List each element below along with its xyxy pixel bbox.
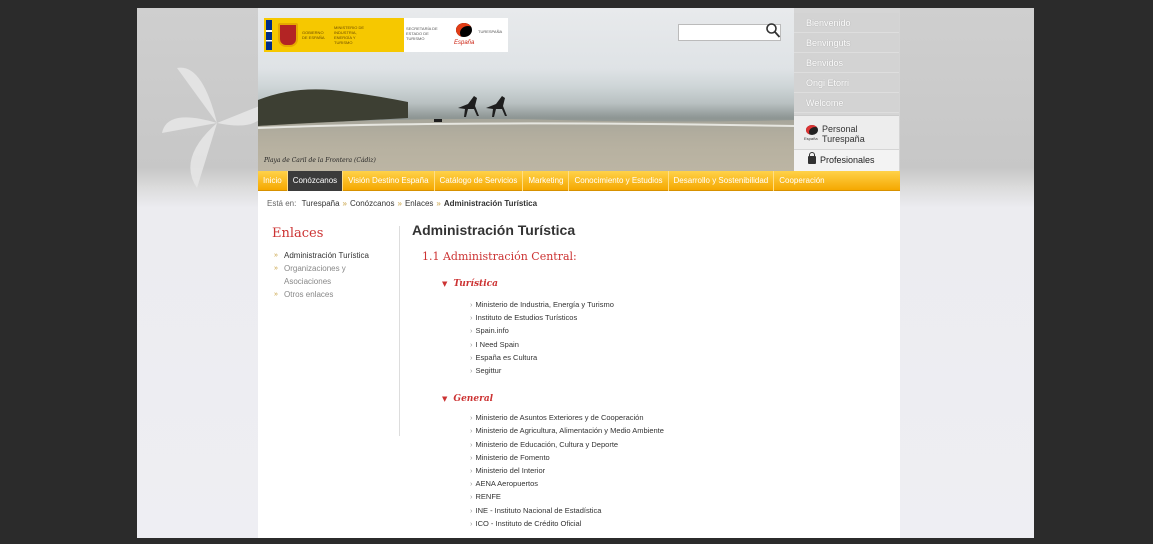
list-item[interactable]: Ministerio de Educación, Cultura y Depor… [470, 438, 882, 451]
link-list-general: Ministerio de Asuntos Exteriores y de Co… [470, 411, 882, 530]
list-item[interactable]: Ministerio de Agricultura, Alimentación … [470, 424, 882, 437]
profesionales-link[interactable]: Profesionales [794, 150, 899, 171]
pt-logo-signature: España [804, 136, 818, 141]
language-link-es[interactable]: Bienvenido [794, 13, 899, 33]
group-title-turistica[interactable]: ▼ Turística [442, 279, 882, 289]
list-item[interactable]: España es Cultura [470, 351, 882, 364]
breadcrumb-link-conozcanos[interactable]: Conózcanos [350, 199, 394, 208]
list-item[interactable]: Spain.info [470, 324, 882, 337]
list-item[interactable]: INE - Instituto Nacional de Estadística [470, 504, 882, 517]
list-item[interactable]: Ministerio de Fomento [470, 451, 882, 464]
coat-of-arms-icon [278, 23, 298, 47]
group-title-label: Turística [453, 279, 498, 289]
nav-item-vision-destino[interactable]: Visión Destino España [343, 170, 435, 191]
search-icon[interactable] [765, 22, 781, 40]
language-link-ca[interactable]: Benvinguts [794, 33, 899, 53]
breadcrumb-prefix: Está en: [267, 199, 297, 208]
breadcrumb-separator: » [436, 199, 441, 208]
profesionales-label: Profesionales [820, 155, 875, 165]
breadcrumb: Está en: Turespaña» Conózcanos» Enlaces» Ad… [267, 199, 537, 208]
list-item[interactable]: Instituto de Estudios Turísticos [470, 311, 882, 324]
main-nav: Inicio Conózcanos Visión Destino España … [258, 170, 900, 191]
language-menu: Bienvenido Benvinguts Benvidos Ongi Etor… [794, 13, 899, 113]
list-item[interactable]: RENFE [470, 490, 882, 503]
personal-turespana-label: Personal Turespaña [822, 124, 865, 144]
pt-line2: Turespaña [822, 134, 865, 144]
triangle-down-icon: ▼ [442, 394, 448, 404]
list-item[interactable]: ICO - Instituto de Crédito Oficial [470, 517, 882, 530]
list-item[interactable]: Ministerio de Asuntos Exteriores y de Co… [470, 411, 882, 424]
sidebar-item-administracion-turistica[interactable]: Administración Turística [272, 249, 399, 262]
gov-logo-text: GOBIERNO DE ESPAÑA [302, 30, 325, 40]
breadcrumb-link-enlaces[interactable]: Enlaces [405, 199, 433, 208]
language-link-en[interactable]: Welcome [794, 93, 899, 113]
photo-caption: Playa de Caril de la Frontera (Cádiz) [264, 157, 376, 164]
nav-item-desarrollo[interactable]: Desarrollo y Sostenibilidad [669, 170, 775, 191]
sidebar-item-otros-enlaces[interactable]: Otros enlaces [272, 288, 399, 301]
language-link-eu[interactable]: Ongi Etorri [794, 73, 899, 93]
nav-item-conocimiento[interactable]: Conocimiento y Estudios [569, 170, 669, 191]
government-logo[interactable]: GOBIERNO DE ESPAÑA MINISTERIO DE INDUSTR… [264, 18, 508, 52]
breadcrumb-current: Administración Turística [443, 199, 538, 208]
eu-flag-icon [266, 20, 272, 50]
nav-item-conozcanos[interactable]: Conózcanos [287, 170, 344, 191]
main-content: Administración Turística 1.1 Administrac… [412, 222, 882, 530]
triangle-down-icon: ▼ [442, 279, 448, 288]
breadcrumb-link-turespana[interactable]: Turespaña [302, 199, 340, 208]
language-link-gl[interactable]: Benvidos [794, 53, 899, 73]
nav-item-inicio[interactable]: Inicio [258, 170, 288, 191]
site-container: GOBIERNO DE ESPAÑA MINISTERIO DE INDUSTR… [258, 8, 900, 538]
secretary-logo-text: SECRETARÍA DE ESTADO DE TURISMO [404, 18, 448, 52]
header: GOBIERNO DE ESPAÑA MINISTERIO DE INDUSTR… [258, 8, 900, 171]
list-item[interactable]: Segittur [470, 364, 882, 377]
personal-turespana-link[interactable]: España Personal Turespaña [794, 115, 899, 149]
list-item[interactable]: I Need Spain [470, 338, 882, 351]
turespana-logo: España TURESPAÑA [448, 18, 508, 52]
sidebar-title: Enlaces [272, 226, 324, 241]
group-title-label: General [453, 394, 494, 405]
nav-item-marketing[interactable]: Marketing [523, 170, 570, 191]
link-list-turistica: Ministerio de Industria, Energía y Turis… [470, 298, 882, 377]
nav-item-cooperacion[interactable]: Cooperación [774, 171, 829, 191]
ministry-logo-text: MINISTERIO DE INDUSTRIA, ENERGÍA Y TURIS… [334, 25, 365, 45]
turespana-sun-icon [806, 125, 818, 135]
list-item[interactable]: Ministerio del Interior [470, 464, 882, 477]
spain-sun-logo-icon [456, 23, 472, 37]
sidebar-item-organizaciones[interactable]: Organizaciones y Asociaciones [272, 262, 372, 288]
lock-icon [808, 152, 816, 164]
breadcrumb-separator: » [342, 199, 347, 208]
breadcrumb-separator: » [397, 199, 402, 208]
nav-item-catalogo[interactable]: Catálogo de Servicios [435, 170, 524, 191]
list-item[interactable]: Ministerio de Industria, Energía y Turis… [470, 298, 882, 311]
pt-line1: Personal [822, 124, 858, 134]
group-title-general[interactable]: ▼ General [442, 394, 882, 404]
section-title: 1.1 Administración Central: [422, 250, 577, 263]
sidebar: Enlaces Administración Turística Organiz… [272, 226, 400, 436]
turespana-logo-text: TURESPAÑA [478, 29, 503, 34]
page-title: Administración Turística [412, 222, 576, 238]
list-item[interactable]: AENA Aeropuertos [470, 477, 882, 490]
